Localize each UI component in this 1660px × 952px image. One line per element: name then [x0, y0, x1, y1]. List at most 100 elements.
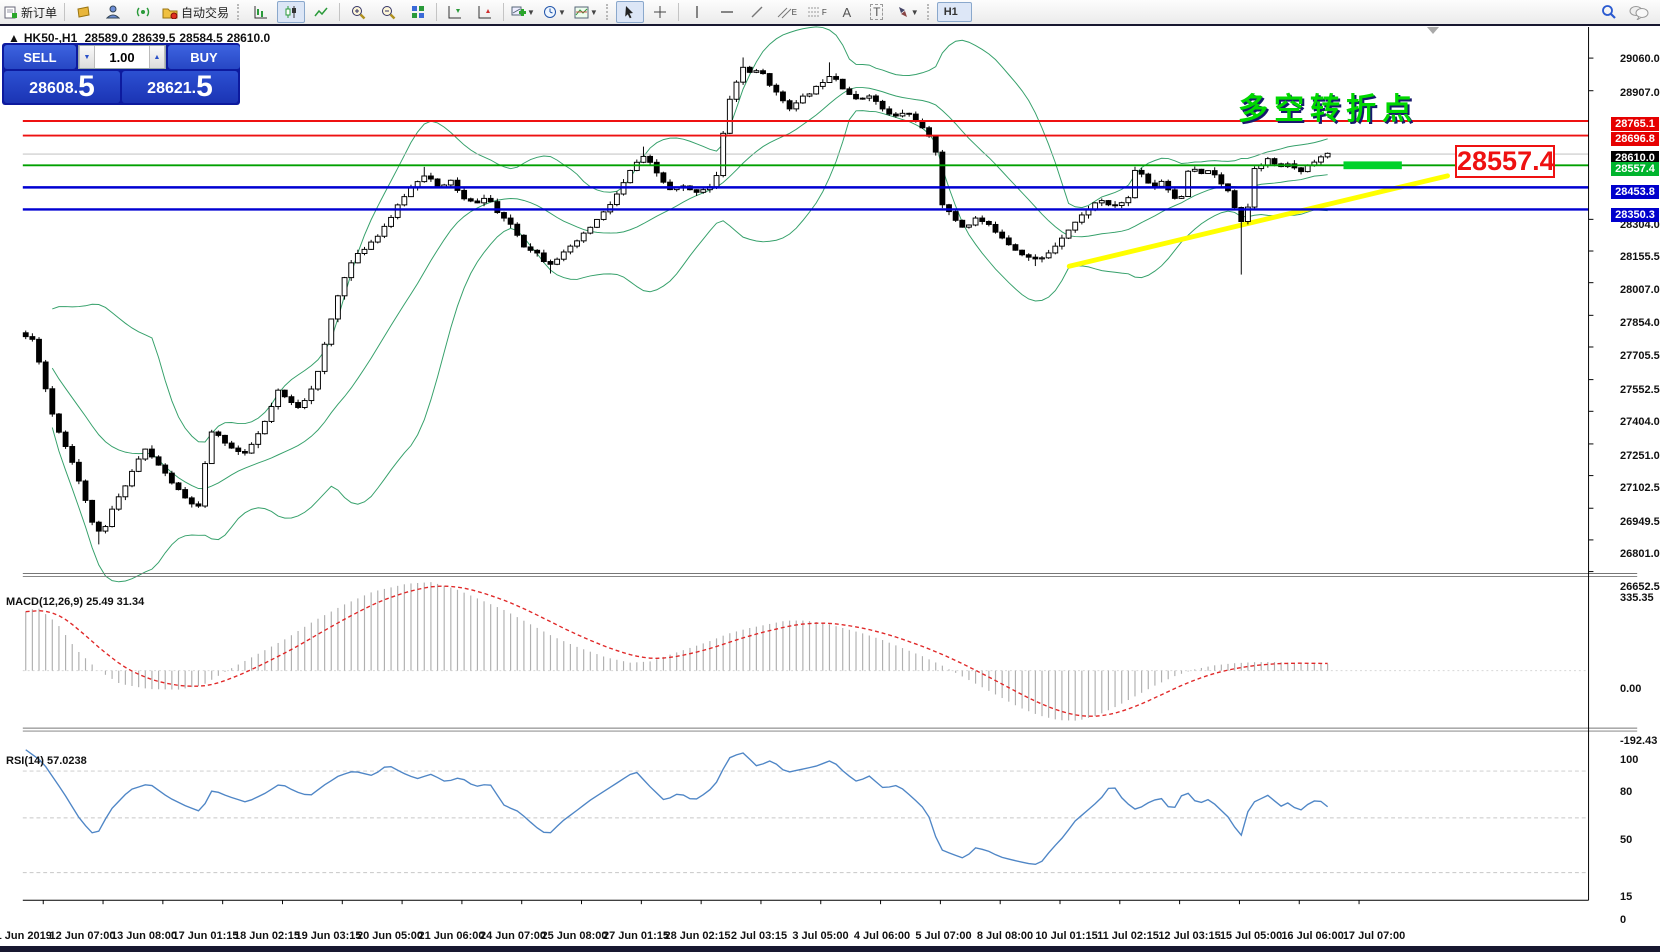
candlestick-chart-button[interactable]: [277, 1, 306, 23]
channel-letter: E: [791, 7, 797, 17]
mt4-window: 新订单 自动交易 ▼ ▼ ▼ E F A T ▼ H1 ▲ HK50-,H1 2…: [0, 0, 1660, 952]
dropdown-caret-icon: ▼: [589, 7, 598, 17]
buy-price-pip: 5: [196, 70, 213, 103]
clock-icon: [543, 6, 556, 18]
trendline-tool-button[interactable]: [743, 1, 771, 23]
equidistant-channel-icon: [777, 7, 791, 19]
signal-icon: [136, 7, 149, 17]
zoom-in-icon: [351, 5, 365, 19]
separator: [436, 3, 438, 21]
chart-area[interactable]: ▲ HK50-,H1 28589.0 28639.5 28584.5 28610.0 M…: [0, 26, 1660, 946]
buy-price-main: 28621: [147, 80, 192, 97]
volume-down-button[interactable]: ▼: [79, 46, 95, 68]
trendline-object[interactable]: [1066, 173, 1450, 269]
channel-tool-button[interactable]: E: [773, 1, 801, 23]
label-tool-letter: T: [870, 4, 884, 20]
timeframe-h1[interactable]: H1: [936, 2, 973, 22]
chat-icon: [1629, 5, 1649, 20]
zoom-in-button[interactable]: [344, 1, 372, 23]
buy-button[interactable]: BUY: [168, 45, 240, 69]
order-book-button[interactable]: [69, 1, 97, 23]
tile-windows-button[interactable]: [404, 1, 432, 23]
trendline-icon: [751, 6, 763, 18]
new-chart-icon: [511, 6, 527, 16]
arrange-sell-button[interactable]: [471, 1, 499, 23]
drag-handle: [237, 4, 242, 20]
highlight-zone[interactable]: [1343, 161, 1402, 170]
volume-up-button[interactable]: ▲: [149, 46, 165, 68]
sell-price-main: 28608: [29, 80, 74, 97]
search-icon: [1602, 5, 1616, 19]
fibonacci-tool-button[interactable]: F: [803, 1, 831, 23]
arrange-buy-button[interactable]: [441, 1, 469, 23]
fibonacci-icon: [807, 7, 820, 17]
bar-chart-icon: [254, 6, 268, 19]
separator: [64, 3, 66, 21]
crosshair-tool-button[interactable]: [646, 1, 674, 23]
chat-button[interactable]: [1625, 1, 1653, 23]
new-order-button[interactable]: 新订单: [1, 1, 60, 23]
new-chart-button[interactable]: ▼: [508, 1, 538, 23]
macd-signal-line: [25, 585, 1328, 717]
rsi-line: [25, 749, 1329, 866]
dropdown-caret-icon: ▼: [910, 7, 919, 17]
chart-up-marker-icon: [448, 6, 462, 19]
crosshair-icon: [653, 6, 666, 18]
buy-price[interactable]: 28621. 5: [122, 71, 238, 103]
label-tool-button[interactable]: T: [863, 1, 891, 23]
chart-down-marker-icon: [478, 6, 492, 19]
fibo-letter: F: [821, 7, 827, 17]
gold-ticket-icon: [76, 5, 90, 18]
separator: [339, 3, 341, 21]
sell-button[interactable]: SELL: [4, 45, 76, 69]
horizontal-line-icon: [720, 11, 733, 13]
cursor-icon: [625, 6, 634, 19]
order-ticket-icon: [4, 6, 17, 19]
profile-button[interactable]: [99, 1, 127, 23]
window-frame-bottom: [0, 946, 1660, 952]
zoom-out-button[interactable]: [374, 1, 402, 23]
zoom-out-icon: [381, 5, 395, 19]
signals-button[interactable]: [129, 1, 157, 23]
arrows-icon: [898, 7, 907, 17]
sell-price-pip: 5: [78, 70, 95, 103]
toolbar: 新订单 自动交易 ▼ ▼ ▼ E F A T ▼ H1: [0, 0, 1660, 98]
one-click-trade-panel: SELL ▼ ▲ BUY 28608.5 28621.5: [2, 43, 240, 105]
candlesticks: [22, 57, 1331, 545]
search-button[interactable]: [1595, 1, 1623, 23]
drag-handle: [605, 4, 611, 20]
line-chart-button[interactable]: [307, 1, 335, 23]
auto-trading-button[interactable]: 自动交易: [159, 1, 232, 23]
separator: [677, 3, 679, 21]
cursor-tool-button[interactable]: [615, 1, 644, 23]
vertical-line-icon: [696, 6, 698, 18]
auto-trading-icon: [162, 8, 178, 19]
rsi-pane: [22, 749, 1589, 874]
profile-icon: [106, 5, 121, 19]
dropdown-caret-icon: ▼: [557, 7, 566, 17]
hline-tool-button[interactable]: [713, 1, 741, 23]
volume-stepper: ▼ ▲: [78, 45, 166, 69]
volume-input[interactable]: [95, 46, 149, 68]
dropdown-caret-icon: ▼: [527, 7, 535, 17]
vline-tool-button[interactable]: [683, 1, 711, 23]
new-order-label: 新订单: [21, 5, 58, 20]
line-chart-icon: [314, 7, 328, 17]
period-button[interactable]: ▼: [540, 1, 569, 23]
tile-windows-icon: [412, 6, 425, 18]
arrows-tool-button[interactable]: ▼: [893, 1, 922, 23]
toolbar-right: [1594, 1, 1654, 23]
bollinger-bands: [51, 26, 1328, 583]
separator: [503, 3, 505, 21]
price-chart-svg[interactable]: [0, 26, 1660, 946]
auto-trading-label: 自动交易: [181, 5, 230, 20]
text-tool-button[interactable]: A: [833, 1, 861, 23]
templates-button[interactable]: ▼: [571, 1, 601, 23]
sell-price[interactable]: 28608. 5: [4, 71, 120, 103]
template-icon: [574, 6, 589, 18]
candlestick-chart-icon: [285, 6, 297, 18]
text-tool-letter: A: [842, 4, 852, 20]
drag-handle: [926, 4, 932, 20]
macd-pane: [22, 582, 1589, 721]
bar-chart-button[interactable]: [247, 1, 275, 23]
